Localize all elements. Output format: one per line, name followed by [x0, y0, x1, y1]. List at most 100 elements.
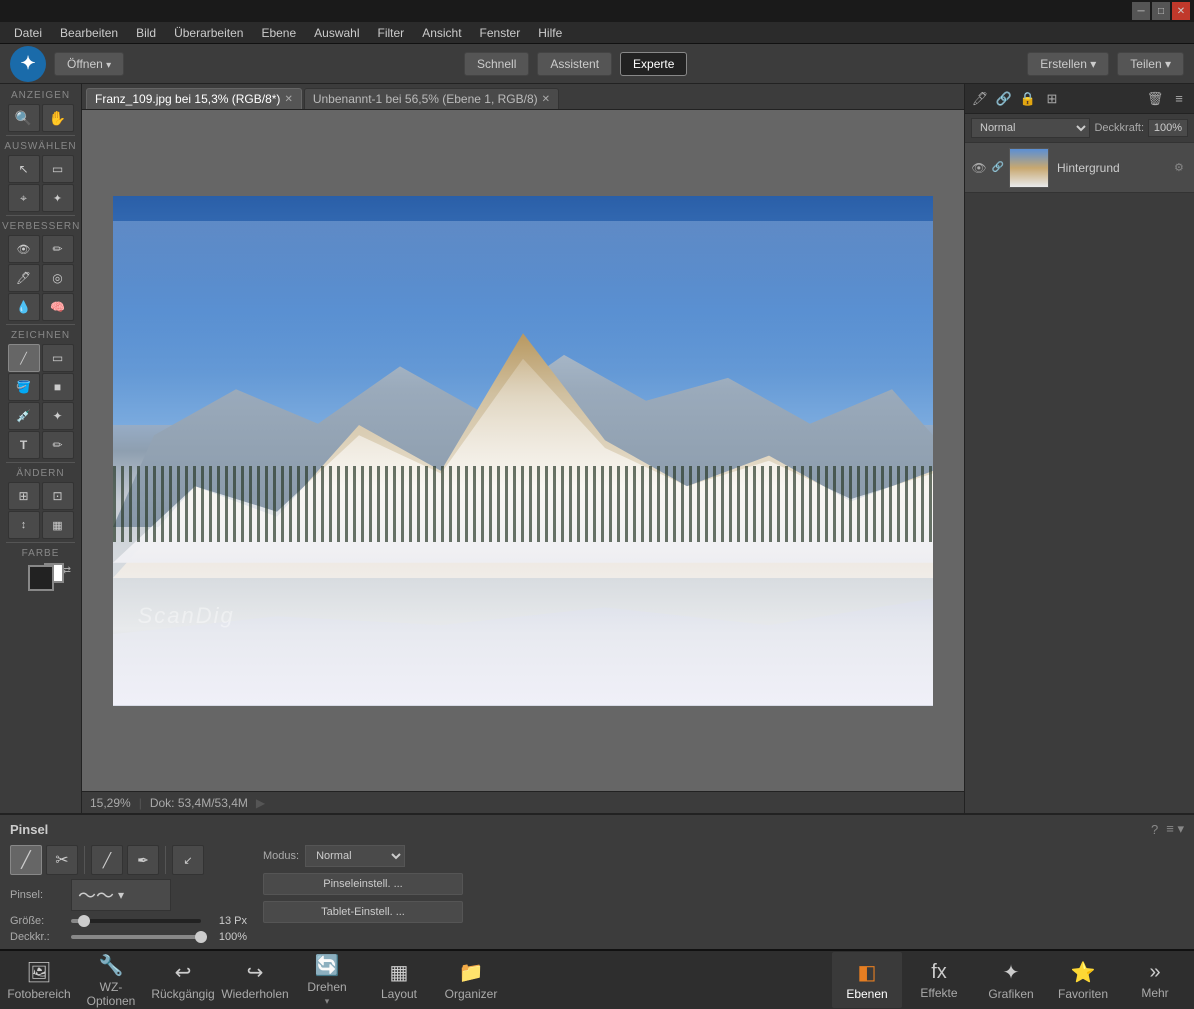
recompose-tool[interactable]: ↕: [8, 511, 40, 539]
grafiken-label: Grafiken: [988, 987, 1033, 1001]
menu-ansicht[interactable]: Ansicht: [414, 24, 469, 42]
favoriten-button[interactable]: ⭐ Favoriten: [1048, 952, 1118, 1008]
menu-überarbeiten[interactable]: Überarbeiten: [166, 24, 251, 42]
opacity-slider[interactable]: [71, 935, 201, 939]
brush-selector[interactable]: 〜〜 ▾: [71, 879, 171, 911]
text-tool[interactable]: T: [8, 431, 40, 459]
assistent-button[interactable]: Assistent: [537, 52, 612, 76]
blend-mode-select[interactable]: Normal: [971, 118, 1090, 138]
wiederholen-button[interactable]: ↪ Wiederholen: [220, 952, 290, 1008]
farbe-label: FARBE: [2, 546, 79, 561]
stamp-tool[interactable]: ◎: [42, 264, 74, 292]
zoom-tool[interactable]: 🔍: [8, 104, 40, 132]
layer-visibility-icon[interactable]: 👁: [971, 160, 987, 176]
tab-unbenannt[interactable]: Unbenannt-1 bei 56,5% (Ebene 1, RGB/8) ✕: [304, 88, 559, 109]
wz-optionen-button[interactable]: 🔧 WZ-Optionen: [76, 952, 146, 1008]
menu-hilfe[interactable]: Hilfe: [530, 24, 570, 42]
fotobereich-label: Fotobereich: [7, 987, 70, 1001]
custom-shape-tool[interactable]: ✏: [42, 431, 74, 459]
brush-style-3[interactable]: ↙: [172, 845, 204, 875]
rückgängig-button[interactable]: ↩ Rückgängig: [148, 952, 218, 1008]
fotobereich-button[interactable]: 🖼 Fotobereich: [4, 952, 74, 1008]
open-button[interactable]: Öffnen ▾: [54, 52, 124, 76]
mehr-button[interactable]: » Mehr: [1120, 952, 1190, 1008]
teilen-button[interactable]: Teilen ▾: [1117, 52, 1184, 76]
close-button[interactable]: ✕: [1172, 2, 1190, 20]
magic-wand-tool[interactable]: ✦: [42, 184, 74, 212]
paint-bucket-tool[interactable]: 🪣: [8, 373, 40, 401]
gradient-tool[interactable]: ■: [42, 373, 74, 401]
heal-tool[interactable]: ✦: [42, 402, 74, 430]
organizer-button[interactable]: 📁 Organizer: [436, 952, 506, 1008]
ebenen-label: Ebenen: [846, 987, 887, 1001]
tool-options-menu-icon[interactable]: ≡ ▾: [1166, 821, 1184, 837]
lasso-tool[interactable]: ⌖: [8, 184, 40, 212]
mode-select[interactable]: Normal: [305, 845, 405, 867]
erstellen-button[interactable]: Erstellen ▾: [1027, 52, 1109, 76]
menu-bearbeiten[interactable]: Bearbeiten: [52, 24, 126, 42]
drehen-label: Drehen: [307, 980, 346, 994]
brush-tool[interactable]: ╱: [8, 344, 40, 372]
tab-franz[interactable]: Franz_109.jpg bei 15,3% (RGB/8*) ✕: [86, 88, 302, 109]
menu-filter[interactable]: Filter: [370, 24, 413, 42]
layer-item-hintergrund[interactable]: 👁 🔗 Hintergrund ⚙: [965, 143, 1194, 193]
brush-style-1[interactable]: ╱: [91, 845, 123, 875]
effekte-button[interactable]: fx Effekte: [904, 952, 974, 1008]
brush-mode-alt[interactable]: ✂: [46, 845, 78, 875]
size-slider[interactable]: [71, 919, 201, 923]
layer-settings-icon[interactable]: ⚙: [1174, 161, 1188, 175]
eyedropper-tool[interactable]: 💉: [8, 402, 40, 430]
drehen-button[interactable]: 🔄 Drehen ▾: [292, 952, 362, 1008]
brush-mode-normal[interactable]: ╱: [10, 845, 42, 875]
doc-size: Dok: 53,4M/53,4M: [150, 796, 248, 810]
layer-thumbnail: [1009, 148, 1049, 188]
main-area: ANZEIGEN 🔍 ✋ AUSWÄHLEN ↖ ▭ ⌖ ✦ VERBESSER…: [0, 84, 1194, 813]
clone-stamp-tool[interactable]: 🖊: [8, 264, 40, 292]
hand-tool[interactable]: ✋: [42, 104, 74, 132]
transform-tool[interactable]: ⊡: [42, 482, 74, 510]
layer-name: Hintergrund: [1053, 161, 1170, 175]
marquee-tool[interactable]: ▭: [42, 155, 74, 183]
menu-auswahl[interactable]: Auswahl: [306, 24, 367, 42]
layer-extra-btn[interactable]: ⊞: [1041, 88, 1063, 110]
opacity-input[interactable]: [1148, 119, 1188, 137]
grafiken-button[interactable]: ✦ Grafiken: [976, 952, 1046, 1008]
experte-button[interactable]: Experte: [620, 52, 687, 76]
menu-datei[interactable]: Datei: [6, 24, 50, 42]
smudge-tool[interactable]: 🧠: [42, 293, 74, 321]
layer-link-btn[interactable]: 🔗: [993, 88, 1015, 110]
layout-button[interactable]: ▦ Layout: [364, 952, 434, 1008]
adjust-tool[interactable]: ✏: [42, 235, 74, 263]
menu-ebene[interactable]: Ebene: [253, 24, 304, 42]
watermark: ScanDig: [138, 603, 235, 629]
effekte-label: Effekte: [920, 986, 957, 1000]
move-tool[interactable]: ↖: [8, 155, 40, 183]
help-icon[interactable]: ?: [1151, 822, 1158, 837]
menu-fenster[interactable]: Fenster: [472, 24, 529, 42]
schnell-button[interactable]: Schnell: [464, 52, 529, 76]
tablet-button[interactable]: Tablet-Einstell. ...: [263, 901, 463, 923]
menu-bild[interactable]: Bild: [128, 24, 164, 42]
new-layer-btn[interactable]: 🖊: [969, 88, 991, 110]
layers-menu-btn[interactable]: ≡: [1168, 88, 1190, 110]
content-aware-tool[interactable]: ▦: [42, 511, 74, 539]
pinseleinstell-button[interactable]: Pinseleinstell. ...: [263, 873, 463, 895]
eraser-tool[interactable]: ▭: [42, 344, 74, 372]
red-eye-tool[interactable]: 👁: [8, 235, 40, 263]
ebenen-icon: ◧: [858, 960, 877, 985]
minimize-button[interactable]: ─: [1132, 2, 1150, 20]
ebenen-button[interactable]: ◧ Ebenen: [832, 952, 902, 1008]
tabs: Franz_109.jpg bei 15,3% (RGB/8*) ✕ Unben…: [82, 84, 964, 110]
delete-layer-btn[interactable]: 🗑: [1144, 88, 1166, 110]
tab-close-franz[interactable]: ✕: [284, 94, 292, 105]
foreground-color[interactable]: [28, 565, 54, 591]
layer-lock-btn[interactable]: 🔒: [1017, 88, 1039, 110]
canvas-wrapper[interactable]: ScanDig: [82, 110, 964, 791]
crop-tool[interactable]: ⊞: [8, 482, 40, 510]
maximize-button[interactable]: □: [1152, 2, 1170, 20]
brush-style-2[interactable]: ✒: [127, 845, 159, 875]
menubar: Datei Bearbeiten Bild Überarbeiten Ebene…: [0, 22, 1194, 44]
zoom-level: 15,29%: [90, 796, 131, 810]
tab-close-unbenannt[interactable]: ✕: [542, 94, 550, 105]
blur-tool[interactable]: 💧: [8, 293, 40, 321]
